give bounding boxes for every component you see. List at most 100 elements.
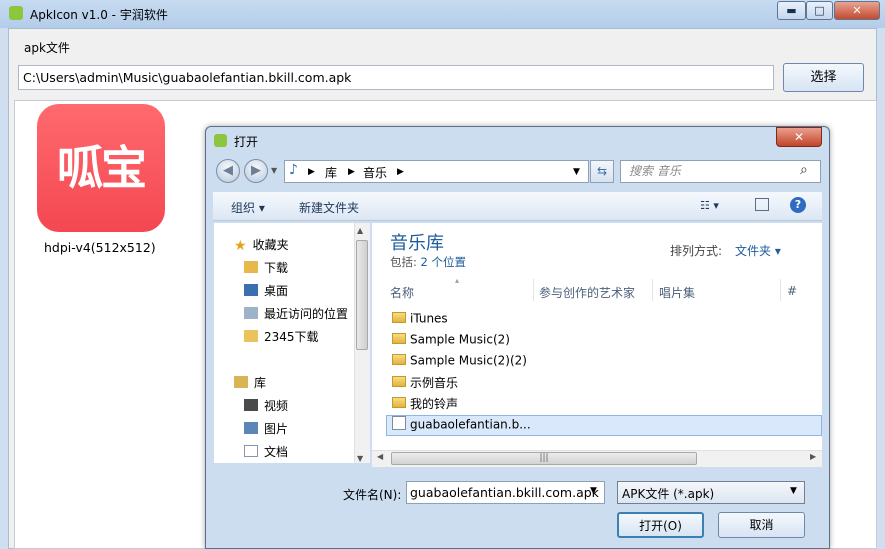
file-name: Sample Music(2) — [410, 332, 510, 347]
file-name-label: 文件名(N): — [343, 488, 402, 502]
desktop-icon — [244, 284, 258, 296]
library-icon — [234, 376, 248, 388]
column-header-album[interactable]: 唱片集 — [659, 284, 695, 301]
window-title: ApkIcon v1.0 - 宇润软件 — [30, 8, 168, 22]
apk-path-input[interactable]: C:\Users\admin\Music\guabaolefantian.bki… — [18, 65, 774, 90]
music-note-icon: ♪ — [289, 162, 298, 178]
nav-item-label: 下载 — [264, 261, 289, 275]
android-dialog-icon — [214, 134, 227, 147]
recent-pages-dropdown-icon[interactable]: ▼ — [271, 166, 277, 175]
column-separator[interactable] — [533, 279, 534, 301]
horizontal-scrollbar-thumb[interactable]: ||| — [391, 452, 697, 465]
download-folder-icon — [244, 261, 258, 273]
dialog-close-button[interactable]: ✕ — [776, 127, 822, 147]
folder-icon — [392, 376, 406, 387]
nav-item-label: 图片 — [264, 422, 289, 436]
search-input[interactable]: 搜索 音乐 — [620, 160, 821, 183]
nav-item-label: 文档 — [264, 445, 289, 459]
folder-icon — [392, 312, 406, 323]
breadcrumb-separator-icon[interactable]: ▶ — [308, 167, 315, 177]
column-separator[interactable] — [780, 279, 781, 301]
arrange-by-label: 排列方式: — [670, 244, 723, 258]
nav-item-downloads[interactable]: 下载 — [244, 259, 288, 276]
minimize-button[interactable]: ▬ — [777, 1, 806, 20]
search-icon[interactable]: ⌕ — [800, 162, 808, 178]
scroll-up-icon[interactable]: ▲ — [357, 226, 363, 235]
back-button[interactable]: ◀ — [216, 159, 240, 183]
file-type-dropdown-icon[interactable]: ▼ — [790, 486, 797, 496]
column-header-artist[interactable]: 参与创作的艺术家 — [539, 284, 635, 301]
includes-label: 包括: — [390, 255, 421, 269]
breadcrumb-library[interactable]: 库 — [325, 164, 337, 181]
scroll-left-icon[interactable]: ◀ — [377, 452, 383, 461]
folder-icon — [392, 397, 406, 408]
document-icon — [244, 445, 258, 457]
video-icon — [244, 399, 258, 411]
sort-ascending-icon: ▴ — [455, 276, 460, 285]
nav-item-label: 视频 — [264, 399, 289, 413]
new-folder-button[interactable]: 新建文件夹 — [299, 199, 359, 216]
breadcrumb-separator-icon[interactable]: ▶ — [397, 167, 404, 177]
column-header-number[interactable]: # — [787, 284, 797, 298]
column-header-name[interactable]: 名称 — [390, 284, 414, 301]
nav-item-recent[interactable]: 最近访问的位置 — [244, 305, 348, 322]
address-dropdown-icon[interactable]: ▼ — [573, 167, 580, 177]
nav-library[interactable]: 库 — [234, 374, 266, 391]
nav-item-videos[interactable]: 视频 — [244, 397, 288, 414]
list-item[interactable]: 我的铃声 — [386, 395, 822, 416]
select-button[interactable]: 选择 — [783, 63, 864, 92]
scroll-right-icon[interactable]: ▶ — [810, 452, 816, 461]
nav-item-2345-downloads[interactable]: 2345下载 — [244, 328, 319, 345]
list-item[interactable]: iTunes — [386, 311, 822, 332]
forward-button[interactable]: ▶ — [244, 159, 268, 183]
file-name: Sample Music(2)(2) — [410, 353, 527, 368]
library-title: 音乐库 — [390, 233, 444, 254]
folder-icon — [392, 333, 406, 344]
preview-pane-icon[interactable] — [755, 198, 769, 211]
nav-item-label: 桌面 — [264, 284, 289, 298]
file-name: 我的铃声 — [410, 397, 459, 411]
file-name-input[interactable]: guabaolefantian.bkill.com.apk — [406, 481, 605, 504]
cancel-button[interactable]: 取消 — [718, 512, 805, 538]
dialog-title: 打开 — [234, 135, 259, 149]
apk-file-icon — [392, 416, 406, 430]
nav-item-label: 最近访问的位置 — [264, 307, 349, 321]
nav-item-pictures[interactable]: 图片 — [244, 420, 288, 437]
recent-places-icon — [244, 307, 258, 319]
breadcrumb-music[interactable]: 音乐 — [363, 164, 387, 181]
android-app-icon — [9, 6, 23, 20]
list-item[interactable]: Sample Music(2) — [386, 332, 822, 353]
star-icon: ★ — [234, 238, 247, 254]
file-name-dropdown-icon[interactable]: ▼ — [590, 486, 597, 496]
library-locations-link[interactable]: 2 个位置 — [421, 255, 466, 269]
app-icon-preview: 呱宝 — [37, 104, 165, 232]
maximize-button[interactable]: □ — [806, 1, 833, 20]
nav-item-documents[interactable]: 文档 — [244, 443, 288, 460]
nav-library-label: 库 — [254, 376, 267, 390]
organize-menu[interactable]: 组织 ▾ — [231, 199, 265, 216]
list-item[interactable]: Sample Music(2)(2) — [386, 353, 822, 374]
nav-scrollbar-thumb[interactable] — [356, 240, 368, 350]
picture-icon — [244, 422, 258, 434]
close-button[interactable]: ✕ — [834, 1, 880, 20]
refresh-icon[interactable]: ⇆ — [590, 160, 614, 183]
list-item-selected[interactable]: guabaolefantian.b... — [386, 415, 822, 436]
nav-item-label: 2345下载 — [264, 330, 319, 344]
nav-item-desktop[interactable]: 桌面 — [244, 282, 288, 299]
view-options-icon[interactable]: ☷ ▾ — [700, 199, 719, 212]
scroll-down-icon[interactable]: ▼ — [357, 454, 363, 463]
arrange-by-dropdown[interactable]: 文件夹 ▾ — [735, 242, 781, 259]
folder-icon — [244, 330, 258, 342]
file-name: iTunes — [410, 311, 448, 326]
list-item[interactable]: 示例音乐 — [386, 374, 822, 395]
nav-favorites[interactable]: ★ 收藏夹 — [234, 236, 289, 254]
file-type-select[interactable]: APK文件 (*.apk) — [617, 481, 805, 504]
folder-icon — [392, 354, 406, 365]
apk-file-label: apk文件 — [24, 41, 70, 55]
breadcrumb-separator-icon[interactable]: ▶ — [348, 167, 355, 177]
file-name: 示例音乐 — [410, 376, 459, 390]
help-icon[interactable]: ? — [790, 197, 806, 213]
icon-caption: hdpi-v4(512x512) — [44, 240, 156, 255]
open-button[interactable]: 打开(O) — [617, 512, 704, 538]
column-separator[interactable] — [652, 279, 653, 301]
